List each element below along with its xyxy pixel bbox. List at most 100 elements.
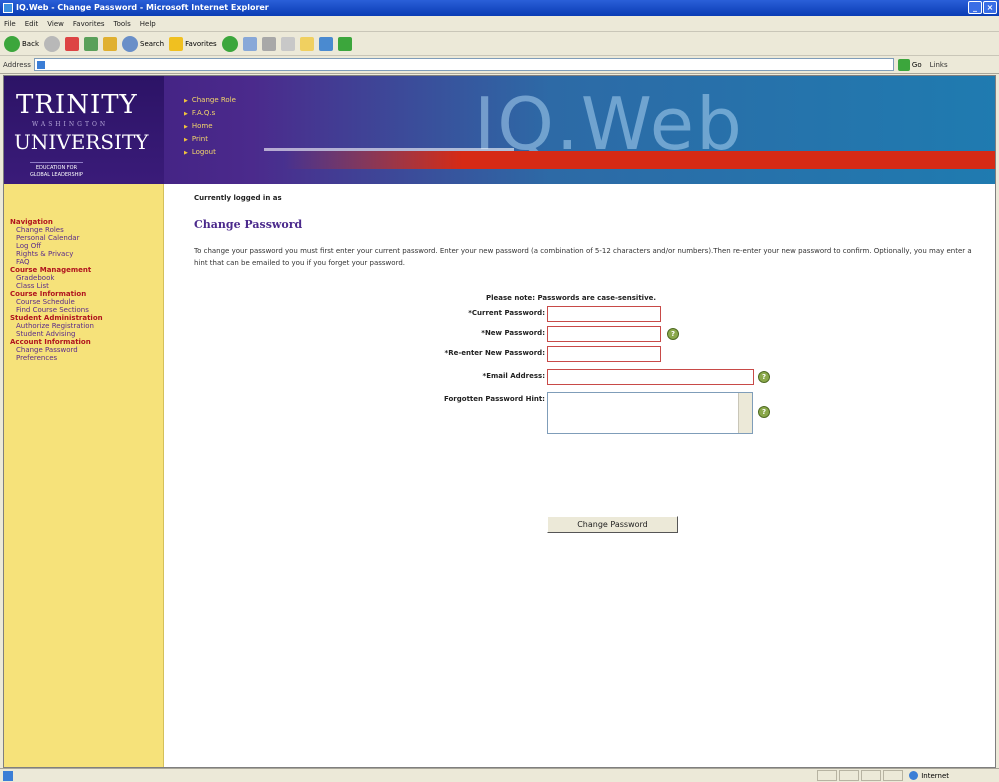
- logo-trinity: TRINITY: [16, 90, 138, 120]
- help-icon[interactable]: ?: [667, 328, 679, 340]
- window-title: IQ.Web - Change Password - Microsoft Int…: [16, 3, 269, 12]
- row-reenter-password: *Re-enter New Password:: [194, 346, 984, 362]
- status-pane: [861, 770, 882, 781]
- home-button[interactable]: [103, 36, 117, 51]
- new-password-field[interactable]: [547, 326, 661, 342]
- media-icon: [221, 35, 238, 52]
- sidebar: Navigation Change Roles Personal Calenda…: [4, 184, 164, 767]
- back-button[interactable]: Back: [4, 35, 39, 52]
- password-hint-field[interactable]: [547, 392, 753, 434]
- globe-icon: [909, 771, 919, 780]
- discuss-button[interactable]: [318, 36, 333, 51]
- main-content: Currently logged in as Change Password T…: [194, 184, 984, 533]
- change-password-button[interactable]: Change Password: [547, 516, 678, 533]
- ie-icon: [3, 3, 13, 13]
- search-button[interactable]: Search: [122, 35, 164, 52]
- media-button[interactable]: [221, 35, 238, 52]
- help-icon[interactable]: ?: [758, 371, 770, 383]
- sidebar-item-gradebook[interactable]: Gradebook: [16, 274, 103, 282]
- sidebar-item-faq[interactable]: FAQ: [16, 258, 103, 266]
- print-button[interactable]: [261, 36, 276, 51]
- sidebar-item-change-roles[interactable]: Change Roles: [16, 226, 103, 234]
- sidebar-item-log-off[interactable]: Log Off: [16, 242, 103, 250]
- hint-scrollbar[interactable]: [738, 393, 752, 433]
- zone-label: Internet: [921, 771, 949, 780]
- page-icon: [36, 61, 45, 69]
- case-sensitive-note: Please note: Passwords are case-sensitiv…: [486, 294, 657, 302]
- new-password-label: *New Password:: [481, 329, 545, 337]
- status-pane: [839, 770, 860, 781]
- sidebar-section-navigation: Navigation: [10, 218, 53, 226]
- help-icon[interactable]: ?: [758, 406, 770, 418]
- menu-view[interactable]: View: [47, 20, 64, 28]
- menu-edit[interactable]: Edit: [25, 20, 39, 28]
- back-label: Back: [22, 39, 39, 48]
- mail-icon: [242, 36, 257, 51]
- print-icon: [261, 36, 276, 51]
- reenter-password-label: *Re-enter New Password:: [444, 349, 545, 357]
- logo-washington: WASHINGTON: [32, 121, 109, 128]
- menu-file[interactable]: File: [4, 20, 16, 28]
- row-email-address: *Email Address: ?: [194, 369, 984, 385]
- sidebar-item-authorize-registration[interactable]: Authorize Registration: [16, 322, 103, 330]
- messenger-icon: [337, 36, 352, 51]
- logo-tag-line2: GLOBAL LEADERSHIP: [30, 172, 83, 178]
- row-new-password: *New Password: ?: [194, 326, 984, 342]
- status-pane: [817, 770, 838, 781]
- menu-tools[interactable]: Tools: [114, 20, 131, 28]
- edit-icon: [280, 36, 295, 51]
- menu-bar: File Edit View Favorites Tools Help: [0, 16, 999, 32]
- nav-faqs[interactable]: F.A.Q.s: [184, 107, 236, 120]
- messenger-button[interactable]: [337, 36, 352, 51]
- nav-logout[interactable]: Logout: [184, 146, 236, 159]
- home-icon: [103, 36, 117, 51]
- menu-favorites[interactable]: Favorites: [73, 20, 105, 28]
- sidebar-item-preferences[interactable]: Preferences: [16, 354, 103, 362]
- sidebar-item-personal-calendar[interactable]: Personal Calendar: [16, 234, 103, 242]
- forward-arrow-icon: [44, 35, 60, 52]
- sidebar-section-course-information: Course Information: [10, 290, 87, 298]
- status-panes: [817, 770, 904, 781]
- links-button[interactable]: Links: [930, 61, 948, 69]
- sidebar-item-change-password[interactable]: Change Password: [16, 346, 103, 354]
- email-address-label: *Email Address:: [482, 372, 545, 380]
- minimize-button[interactable]: _: [968, 1, 982, 14]
- current-password-field[interactable]: [547, 306, 661, 322]
- top-nav: Change Role F.A.Q.s Home Print Logout: [184, 94, 236, 159]
- menu-help[interactable]: Help: [140, 20, 156, 28]
- sidebar-item-course-schedule[interactable]: Course Schedule: [16, 298, 103, 306]
- stop-button[interactable]: [65, 36, 79, 51]
- instructions: To change your password you must first e…: [194, 247, 972, 267]
- logged-in-status: Currently logged in as: [194, 194, 282, 202]
- forward-button[interactable]: [44, 35, 60, 52]
- page-status-icon: [3, 770, 13, 781]
- edit-button[interactable]: [280, 36, 295, 51]
- reenter-password-field[interactable]: [547, 346, 661, 362]
- go-button[interactable]: Go: [897, 58, 922, 71]
- close-button[interactable]: ×: [983, 1, 997, 14]
- banner-red-stripe: [284, 151, 995, 169]
- address-input[interactable]: [33, 58, 894, 71]
- status-bar: Internet: [0, 768, 999, 782]
- nav-home[interactable]: Home: [184, 120, 236, 133]
- email-field[interactable]: [547, 369, 754, 385]
- folder-button[interactable]: [299, 36, 314, 51]
- sidebar-item-find-course-sections[interactable]: Find Course Sections: [16, 306, 103, 314]
- stop-icon: [65, 36, 79, 51]
- security-zone: Internet: [909, 771, 949, 780]
- favorites-button[interactable]: Favorites: [169, 36, 217, 51]
- sidebar-section-account-information: Account Information: [10, 338, 91, 346]
- mail-button[interactable]: [242, 36, 257, 51]
- nav-print[interactable]: Print: [184, 133, 236, 146]
- nav-change-role[interactable]: Change Role: [184, 94, 236, 107]
- password-hint-label: Forgotten Password Hint:: [443, 395, 545, 403]
- sidebar-item-class-list[interactable]: Class List: [16, 282, 103, 290]
- sidebar-item-rights-privacy[interactable]: Rights & Privacy: [16, 250, 103, 258]
- university-logo[interactable]: TRINITY WASHINGTON UNIVERSITY EDUCATION …: [4, 76, 164, 184]
- refresh-icon: [84, 36, 98, 51]
- sidebar-item-student-advising[interactable]: Student Advising: [16, 330, 103, 338]
- page-title: Change Password: [194, 218, 303, 231]
- discuss-icon: [318, 36, 333, 51]
- sidebar-section-student-administration: Student Administration: [10, 314, 103, 322]
- refresh-button[interactable]: [84, 36, 98, 51]
